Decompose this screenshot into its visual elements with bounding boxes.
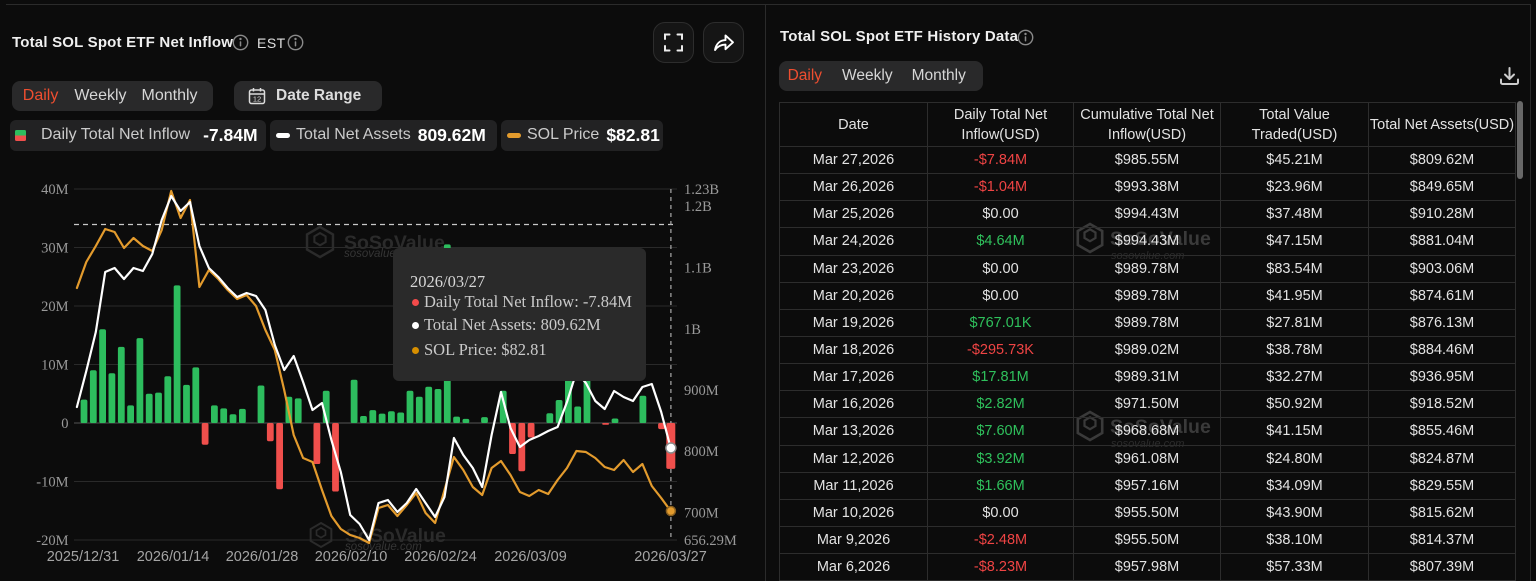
svg-text:40M: 40M	[41, 182, 69, 198]
svg-text:2026/02/10: 2026/02/10	[315, 549, 388, 565]
svg-text:2026/02/24: 2026/02/24	[404, 549, 477, 565]
svg-text:2026/03/09: 2026/03/09	[494, 549, 567, 565]
svg-text:656.29M: 656.29M	[684, 533, 737, 549]
svg-text:2026/01/28: 2026/01/28	[226, 549, 299, 565]
svg-text:0: 0	[61, 416, 68, 432]
svg-text:2026/01/14: 2026/01/14	[137, 549, 210, 565]
svg-text:1.2B: 1.2B	[684, 199, 712, 215]
svg-text:1B: 1B	[684, 322, 701, 338]
svg-text:2025/12/31: 2025/12/31	[47, 549, 120, 565]
svg-text:1.23B: 1.23B	[684, 182, 719, 198]
svg-text:1.1B: 1.1B	[684, 261, 712, 277]
svg-text:-20M: -20M	[36, 533, 68, 549]
svg-text:12: 12	[253, 95, 261, 104]
svg-text:900M: 900M	[684, 383, 719, 399]
svg-text:30M: 30M	[41, 241, 69, 257]
svg-text:-10M: -10M	[36, 475, 68, 491]
svg-text:20M: 20M	[41, 299, 69, 315]
svg-text:2026/03/27: 2026/03/27	[634, 549, 707, 565]
svg-text:10M: 10M	[41, 358, 69, 374]
svg-text:800M: 800M	[684, 444, 719, 460]
svg-text:700M: 700M	[684, 505, 719, 521]
